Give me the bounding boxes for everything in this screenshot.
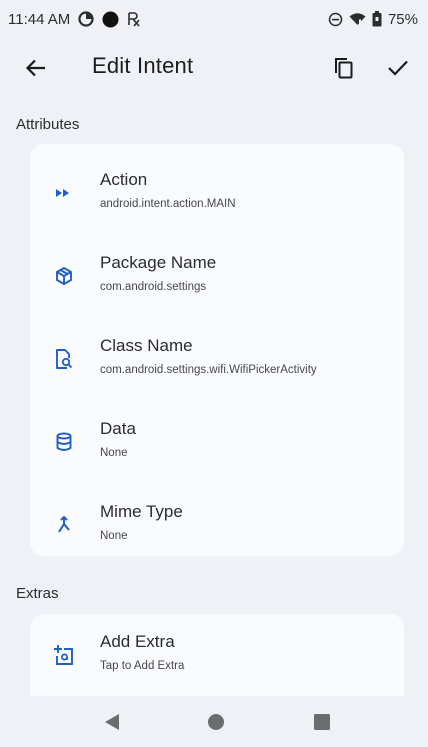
status-bar: 11:44 AM 75% (0, 0, 428, 38)
add-extra-row[interactable]: Add Extra Tap to Add Extra (30, 625, 404, 685)
attribute-value: android.intent.action.MAIN (100, 198, 236, 210)
database-icon (52, 430, 76, 454)
home-circle-icon (208, 714, 224, 730)
extra-subtitle: Tap to Add Extra (100, 660, 185, 672)
extra-title: Add Extra (100, 632, 175, 651)
dnd-icon (328, 12, 343, 27)
attribute-row-action[interactable]: Action android.intent.action.MAIN (30, 163, 404, 223)
package-icon (52, 264, 76, 288)
app-bar: Edit Intent (0, 40, 428, 96)
extras-card: Add Extra Tap to Add Extra (30, 614, 404, 696)
status-time: 11:44 AM (8, 10, 71, 28)
save-button[interactable] (384, 54, 412, 82)
attribute-value: com.android.settings.wifi.WifiPickerActi… (100, 364, 317, 376)
attribute-title: Package Name (100, 253, 217, 272)
system-navigation-bar (0, 696, 428, 747)
attribute-title: Data (100, 419, 136, 438)
status-left: 11:44 AM (8, 11, 141, 28)
page-title: Edit Intent (92, 53, 194, 78)
attributes-card: Action android.intent.action.MAIN Packag… (30, 144, 404, 556)
attribute-row-package-name[interactable]: Package Name com.android.settings (30, 246, 404, 306)
status-right: 75% (328, 11, 418, 28)
recents-square-icon (314, 714, 330, 730)
attribute-value: None (100, 530, 128, 542)
back-triangle-icon (105, 714, 119, 730)
back-button[interactable] (22, 54, 50, 82)
prescription-icon (127, 11, 141, 27)
copy-button[interactable] (330, 54, 358, 82)
check-icon (388, 60, 408, 76)
attributes-section-label: Attributes (16, 116, 80, 133)
nav-back-button[interactable] (100, 710, 124, 734)
merge-icon (52, 513, 76, 537)
nav-home-button[interactable] (204, 710, 228, 734)
fast-forward-icon (52, 181, 76, 205)
nav-recents-button[interactable] (310, 710, 334, 734)
extras-section-label: Extras (16, 585, 59, 602)
data-saver-icon (78, 11, 94, 27)
attribute-value: None (100, 447, 128, 459)
add-extra-icon (52, 643, 76, 667)
attribute-value: com.android.settings (100, 281, 207, 293)
copy-icon (335, 58, 353, 79)
arrow-back-icon (25, 59, 45, 77)
battery-percent: 75% (387, 10, 418, 28)
wifi-icon (349, 12, 366, 26)
attribute-row-data[interactable]: Data None (30, 412, 404, 472)
attribute-title: Class Name (100, 336, 193, 355)
attribute-title: Action (100, 170, 148, 189)
edit-intent-screen: 11:44 AM 75% Edit Intent Attributes Acti… (0, 0, 428, 747)
circle-app-icon (102, 11, 119, 28)
file-search-icon (52, 347, 76, 371)
attribute-row-class-name[interactable]: Class Name com.android.settings.wifi.Wif… (30, 329, 404, 389)
attribute-title: Mime Type (100, 502, 183, 521)
battery-icon (372, 11, 382, 27)
attribute-row-mime-type[interactable]: Mime Type None (30, 495, 404, 555)
